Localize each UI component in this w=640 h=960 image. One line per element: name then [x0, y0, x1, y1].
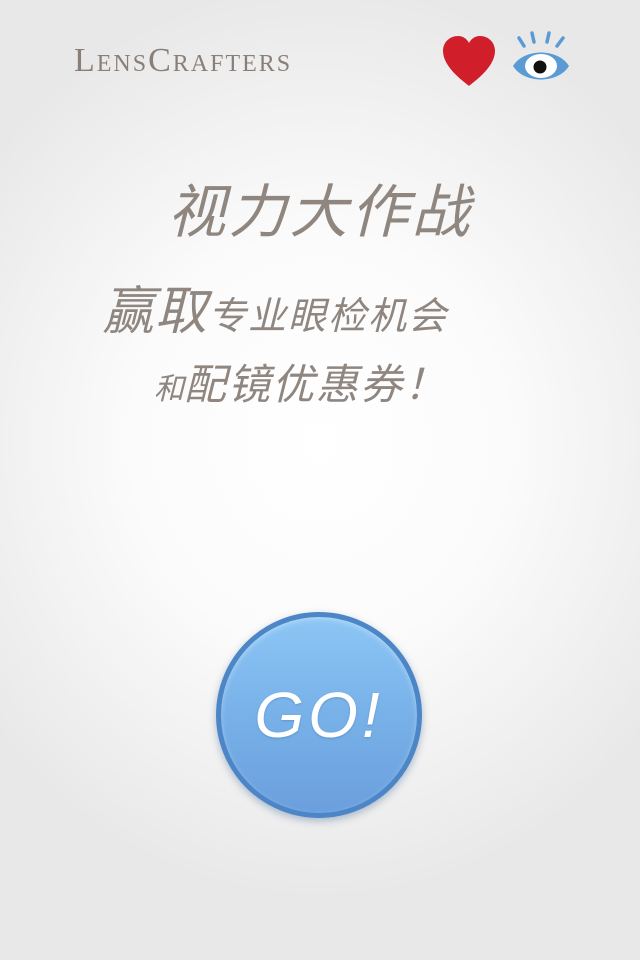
- and-text: 和: [154, 372, 184, 407]
- go-button-label: GO!: [254, 679, 384, 751]
- coupon-text: 配镜优惠券！: [184, 360, 449, 409]
- header: LensCrafters: [0, 28, 640, 98]
- campaign-title: 视力大作战: [167, 178, 473, 246]
- win-text: 赢取: [102, 282, 209, 342]
- coupon-line: 和配镜优惠券！: [154, 350, 448, 429]
- heart-icon: [443, 36, 495, 86]
- eye-icon: [513, 31, 569, 80]
- brand-logo: LensCrafters: [74, 42, 293, 79]
- eye-exam-text: 专业眼检机会: [208, 294, 449, 338]
- go-button[interactable]: GO!: [216, 612, 422, 818]
